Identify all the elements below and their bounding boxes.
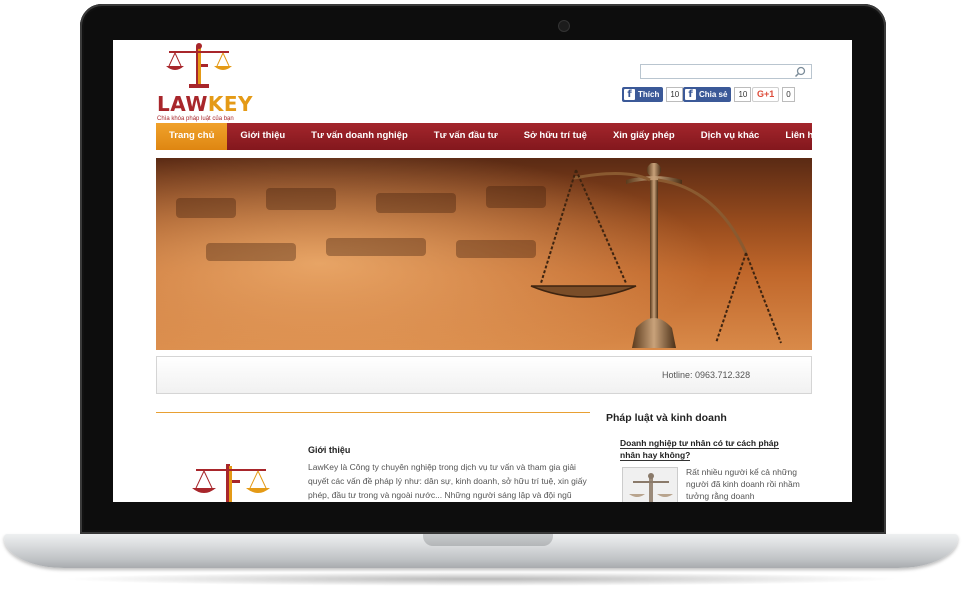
google-plus-group: G+1 0: [752, 86, 795, 102]
facebook-like-group: f Thích 10: [622, 86, 684, 102]
facebook-icon: f: [624, 88, 635, 100]
facebook-share-button[interactable]: f Chia sẻ: [683, 86, 732, 102]
sidebar-title: Pháp luật và kinh doanh: [606, 412, 727, 424]
search-box: [640, 64, 812, 79]
nav-item-licenses[interactable]: Xin giấy phép: [600, 123, 688, 150]
scales-logo-icon: [166, 43, 232, 88]
nav-item-other-services[interactable]: Dịch vụ khác: [688, 123, 773, 150]
facebook-like-count: 10: [666, 86, 684, 102]
sidebar-article-link[interactable]: Doanh nghiệp tư nhân có tư cách pháp nhâ…: [620, 437, 798, 461]
laptop-shadow: [60, 572, 902, 586]
facebook-like-button[interactable]: f Thích: [622, 86, 664, 102]
search-icon[interactable]: [794, 66, 806, 78]
laptop-mockup: LAWKEY Chìa khóa pháp luật của bạn f Thí…: [0, 0, 962, 598]
intro-title: Giới thiệu: [308, 445, 351, 455]
google-plus-button[interactable]: G+1: [752, 86, 780, 102]
nav-item-intellectual-property[interactable]: Sở hữu trí tuệ: [511, 123, 600, 150]
hotline-bar: Hotline: 0963.712.328: [156, 356, 812, 394]
site-logo[interactable]: LAWKEY Chìa khóa pháp luật của bạn: [153, 42, 253, 122]
intro-logo-image: [186, 458, 276, 502]
nav-item-home[interactable]: Trang chủ: [156, 123, 228, 150]
main-nav: Trang chủ Giới thiệu Tư vấn doanh nghiệp…: [156, 123, 819, 150]
laptop-screen: LAWKEY Chìa khóa pháp luật của bạn f Thí…: [113, 40, 852, 502]
sidebar-article-thumbnail[interactable]: [622, 467, 678, 502]
laptop-base: [4, 534, 958, 568]
logo-wordmark: LAWKEY: [157, 92, 254, 116]
scales-of-justice-banner-image: [156, 158, 812, 350]
hero-banner: [156, 158, 812, 350]
sidebar-article-excerpt: Rất nhiều người kể cả những người đã kin…: [686, 467, 800, 501]
logo-slogan: Chìa khóa pháp luật của bạn: [157, 116, 234, 122]
nav-item-contact[interactable]: Liên hệ: [772, 123, 831, 150]
facebook-icon: f: [685, 88, 696, 100]
intro-text: LawKey là Công ty chuyên nghiệp trong dị…: [308, 462, 587, 500]
hotline-text: Hotline: 0963.712.328: [662, 370, 751, 380]
facebook-share-group: f Chia sẻ 10: [683, 86, 752, 102]
article-thumbnail-image: [623, 468, 677, 502]
facebook-share-count: 10: [734, 86, 752, 102]
laptop-notch: [423, 534, 553, 546]
nav-item-about[interactable]: Giới thiệu: [227, 123, 298, 150]
webcam: [559, 21, 569, 31]
google-plus-count: 0: [782, 86, 795, 102]
scales-logo-icon: [192, 464, 270, 502]
search-input[interactable]: [643, 65, 791, 78]
section-divider: [156, 412, 590, 413]
nav-item-business-consulting[interactable]: Tư vấn doanh nghiệp: [298, 123, 421, 150]
nav-item-investment-consulting[interactable]: Tư vấn đầu tư: [421, 123, 511, 150]
